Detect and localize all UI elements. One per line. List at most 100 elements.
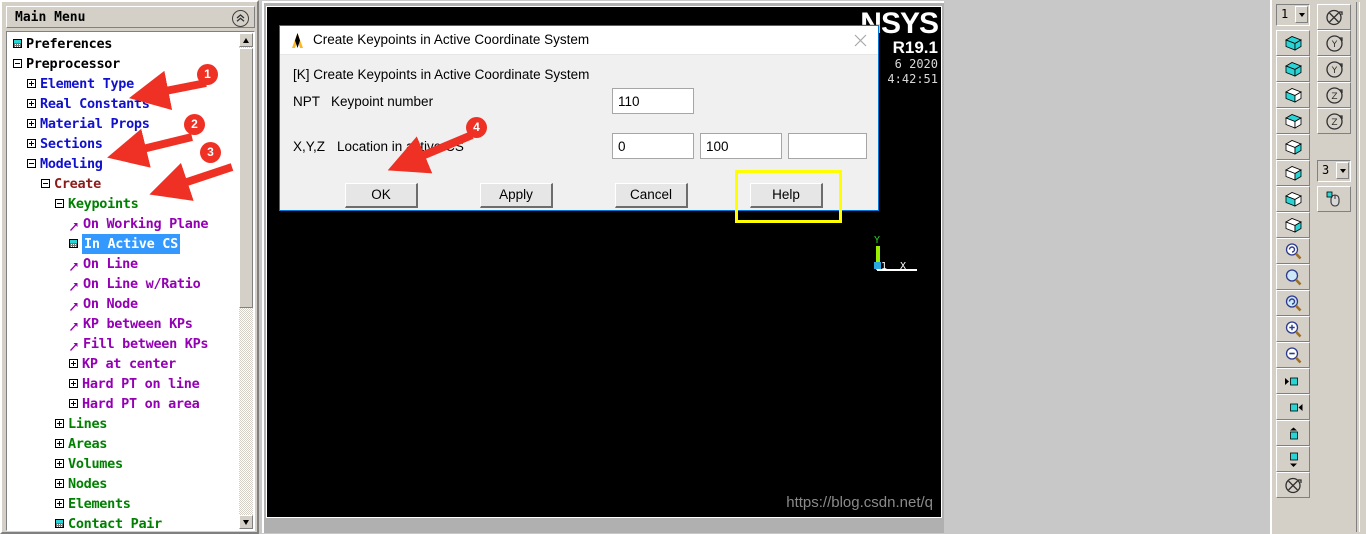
expand-plus-icon[interactable]	[69, 358, 78, 368]
dynamic-model-mode-icon[interactable]	[1317, 4, 1351, 30]
location-x-input[interactable]	[612, 133, 694, 159]
collapse-minus-icon[interactable]	[13, 58, 22, 68]
ansys-apdl-window: Main Menu Preferences Preprocessor Element…	[0, 0, 1366, 534]
box-zoom-icon[interactable]	[1276, 290, 1310, 316]
right-view-icon[interactable]	[1276, 134, 1310, 160]
expand-plus-icon[interactable]	[55, 438, 64, 448]
main-menu-tree[interactable]: Preferences Preprocessor Element Type Real …	[6, 31, 255, 531]
location-z-input[interactable]	[788, 133, 867, 159]
cancel-button[interactable]: Cancel	[615, 183, 688, 208]
bottom-view-icon[interactable]	[1276, 212, 1310, 238]
rotate-up-z-icon[interactable]: Z	[1317, 82, 1351, 108]
sheet-icon[interactable]	[55, 518, 64, 528]
ok-button[interactable]: OK	[345, 183, 418, 208]
tree-item-label: KP at center	[82, 356, 176, 372]
expand-plus-icon[interactable]	[55, 498, 64, 508]
tree-item-on-working-plane[interactable]: On Working Plane	[7, 214, 239, 234]
tree-item-on-node[interactable]: On Node	[7, 294, 239, 314]
zoom-in-icon[interactable]	[1276, 316, 1310, 342]
tree-item-label: Hard PT on line	[82, 376, 200, 392]
fit-view-icon[interactable]	[1276, 238, 1310, 264]
tree-item-label: Element Type	[40, 76, 134, 92]
tree-item-keypoints[interactable]: Keypoints	[7, 194, 239, 214]
collapse-minus-icon[interactable]	[41, 178, 50, 188]
tree-item-elements[interactable]: Elements	[7, 494, 239, 514]
tree-vertical-scrollbar[interactable]	[239, 33, 253, 529]
dialog-titlebar[interactable]: Create Keypoints in Active Coordinate Sy…	[280, 26, 878, 55]
pan-left-icon[interactable]	[1276, 368, 1310, 394]
tree-item-areas[interactable]: Areas	[7, 434, 239, 454]
close-icon[interactable]	[848, 30, 872, 50]
pan-right-icon[interactable]	[1276, 394, 1310, 420]
location-y-input[interactable]	[700, 133, 782, 159]
oblique-view-icon[interactable]	[1276, 56, 1310, 82]
chevron-double-up-icon[interactable]	[232, 10, 249, 27]
window-number-combo[interactable]: 3	[1317, 160, 1351, 182]
tree-item-label: Areas	[68, 436, 108, 452]
annotation-marker-3: 3	[200, 142, 221, 163]
tree-item-create[interactable]: Create	[7, 174, 239, 194]
sheet-icon[interactable]	[13, 38, 22, 48]
isometric-view-icon[interactable]	[1276, 30, 1310, 56]
tree-item-in-active-cs[interactable]: In Active CS	[7, 234, 239, 254]
tree-item-nodes[interactable]: Nodes	[7, 474, 239, 494]
back-view-icon[interactable]	[1276, 160, 1310, 186]
svg-text:Y: Y	[1330, 66, 1337, 76]
coordinate-triad: Y X 1	[867, 235, 923, 283]
tree-item-label: Contact Pair	[68, 516, 162, 530]
expand-plus-icon[interactable]	[69, 398, 78, 408]
apply-button[interactable]: Apply	[480, 183, 553, 208]
arrow-glyph-icon	[69, 338, 79, 351]
tree-item-hard-pt-on-area[interactable]: Hard PT on area	[7, 394, 239, 414]
tree-item-kp-at-center[interactable]: KP at center	[7, 354, 239, 374]
zoom-out-icon[interactable]	[1276, 342, 1310, 368]
front-view-icon[interactable]	[1276, 82, 1310, 108]
tree-item-label: Create	[54, 176, 101, 192]
tree-item-on-line[interactable]: On Line	[7, 254, 239, 274]
annotation-marker-4: 4	[466, 117, 487, 138]
scroll-down-button[interactable]	[239, 515, 253, 529]
tree-item-real-constants[interactable]: Real Constants	[7, 94, 239, 114]
rotate-down-z-icon[interactable]: Z	[1317, 108, 1351, 134]
left-view-icon[interactable]	[1276, 186, 1310, 212]
pan-up-icon[interactable]	[1276, 420, 1310, 446]
scroll-up-button[interactable]	[239, 33, 253, 47]
expand-plus-icon[interactable]	[55, 458, 64, 468]
keypoint-number-input[interactable]	[612, 88, 694, 114]
tree-item-fill-between-kps[interactable]: Fill between KPs	[7, 334, 239, 354]
tree-item-on-line-w-ratio[interactable]: On Line w/Ratio	[7, 274, 239, 294]
collapse-minus-icon[interactable]	[27, 158, 36, 168]
zoom-window-icon[interactable]	[1276, 264, 1310, 290]
expand-plus-icon[interactable]	[27, 78, 36, 88]
triad-x-label: X	[900, 261, 907, 272]
view-number-combo[interactable]: 1	[1276, 4, 1310, 26]
expand-plus-icon[interactable]	[69, 378, 78, 388]
scroll-thumb[interactable]	[239, 48, 253, 308]
tree-item-preferences[interactable]: Preferences	[7, 34, 239, 54]
expand-plus-icon[interactable]	[55, 478, 64, 488]
tree-item-contact-pair[interactable]: Contact Pair	[7, 514, 239, 530]
mouse-rotate-icon[interactable]	[1317, 186, 1351, 212]
tree-item-lines[interactable]: Lines	[7, 414, 239, 434]
tree-item-volumes[interactable]: Volumes	[7, 454, 239, 474]
rotate-down-y-icon[interactable]: Y	[1317, 56, 1351, 82]
tree-item-kp-between-kps[interactable]: KP between KPs	[7, 314, 239, 334]
rotate-up-y-icon[interactable]: Y	[1317, 30, 1351, 56]
sheet-icon[interactable]	[69, 238, 78, 248]
chevron-down-icon[interactable]	[1336, 162, 1349, 179]
chevron-down-icon[interactable]	[1295, 6, 1308, 23]
top-view-icon[interactable]	[1276, 108, 1310, 134]
watermark-text: https://blog.csdn.net/q	[786, 494, 933, 511]
expand-plus-icon[interactable]	[27, 98, 36, 108]
expand-plus-icon[interactable]	[27, 138, 36, 148]
annotation-marker-1: 1	[197, 64, 218, 85]
pan-down-icon[interactable]	[1276, 446, 1310, 472]
expand-plus-icon[interactable]	[55, 418, 64, 428]
tree-item-label: Fill between KPs	[83, 336, 209, 352]
tree-item-label: Preferences	[26, 36, 113, 52]
tree-item-hard-pt-on-line[interactable]: Hard PT on line	[7, 374, 239, 394]
reset-view-icon[interactable]	[1276, 472, 1310, 498]
tree-item-label: On Line	[83, 256, 138, 272]
expand-plus-icon[interactable]	[27, 118, 36, 128]
collapse-minus-icon[interactable]	[55, 198, 64, 208]
